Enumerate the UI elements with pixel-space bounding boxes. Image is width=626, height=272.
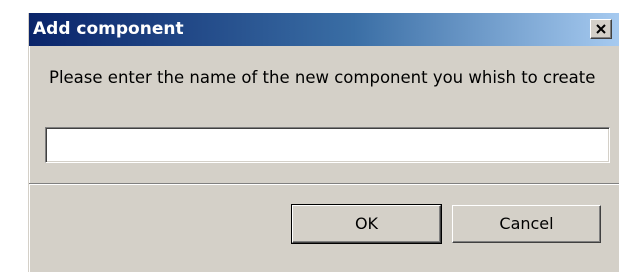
dialog-title: Add component: [33, 19, 184, 39]
ok-button[interactable]: OK: [291, 204, 442, 244]
cancel-button[interactable]: Cancel: [452, 205, 601, 243]
close-button[interactable]: [590, 19, 612, 39]
divider: [29, 183, 619, 185]
component-name-input[interactable]: [45, 127, 610, 163]
prompt-text: Please enter the name of the new compone…: [49, 68, 596, 87]
add-component-dialog: Add component Please enter the name of t…: [28, 13, 619, 272]
title-bar[interactable]: Add component: [29, 13, 619, 46]
close-icon: [596, 24, 606, 34]
